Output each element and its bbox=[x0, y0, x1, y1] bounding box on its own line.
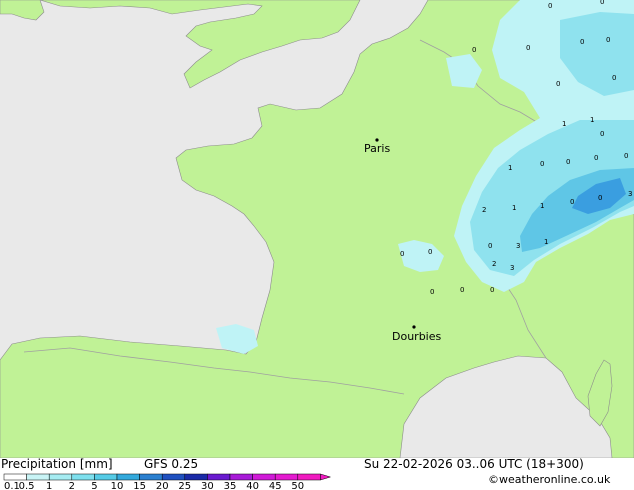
precip-value: 0 bbox=[598, 194, 602, 202]
legend-swatch bbox=[26, 473, 50, 481]
datetime-label: Su 22-02-2026 03..06 UTC (18+300) bbox=[364, 457, 584, 471]
precip-value: 2 bbox=[492, 260, 496, 268]
precip-value: 0 bbox=[526, 44, 530, 52]
precip-value: 2 bbox=[482, 206, 486, 214]
precip-value: 1 bbox=[562, 120, 566, 128]
legend-label: 30 bbox=[201, 481, 214, 490]
legend-label: 40 bbox=[246, 481, 259, 490]
legend-swatch bbox=[207, 473, 231, 481]
legend-swatch bbox=[229, 473, 253, 481]
precip-value: 3 bbox=[510, 264, 514, 272]
precip-value: 0 bbox=[490, 286, 494, 294]
legend-label: 10 bbox=[111, 481, 124, 490]
precipitation-map: 0 0 0 0 0 0 0 1 1 0 0 1 0 0 0 2 1 1 0 0 … bbox=[0, 0, 634, 459]
precip-value: 0 bbox=[460, 286, 464, 294]
legend-swatch bbox=[161, 473, 186, 481]
precip-value: 0 bbox=[624, 152, 628, 160]
precip-value: 1 bbox=[590, 116, 594, 124]
legend-swatch bbox=[297, 473, 321, 481]
precip-value: 1 bbox=[508, 164, 512, 172]
legend-label: 50 bbox=[291, 481, 304, 490]
map-area: 0 0 0 0 0 0 0 1 1 0 0 1 0 0 0 2 1 1 0 0 … bbox=[0, 0, 634, 459]
city-marker-dourbies bbox=[412, 325, 416, 329]
legend-labels: 0.10.5 1 2 5 10 15 20 25 30 35 40 45 50 bbox=[4, 481, 304, 490]
legend-swatch bbox=[274, 473, 299, 481]
legend-label: 5 bbox=[91, 481, 97, 490]
precip-value: 0 bbox=[472, 46, 476, 54]
city-label-dourbies: Dourbies bbox=[392, 330, 442, 343]
legend-label: 35 bbox=[224, 481, 237, 490]
precip-value: 0 bbox=[612, 74, 616, 82]
legend-swatch bbox=[94, 473, 118, 481]
precip-value: 0 bbox=[570, 198, 574, 206]
precip-value: 0 bbox=[606, 36, 610, 44]
precip-value: 0 bbox=[566, 158, 570, 166]
legend-swatch bbox=[3, 473, 27, 481]
legend-swatch bbox=[71, 473, 95, 481]
legend-swatch bbox=[48, 473, 73, 481]
precip-value: 0 bbox=[600, 0, 604, 6]
precip-value: 0 bbox=[600, 130, 604, 138]
legend-label: 15 bbox=[133, 481, 146, 490]
legend-swatch bbox=[252, 473, 276, 481]
legend-colorbar: 0.10.5 1 2 5 10 15 20 25 30 35 40 45 50 bbox=[3, 473, 332, 490]
title-label: Precipitation [mm] bbox=[1, 457, 113, 471]
legend-label: 0.5 bbox=[19, 481, 35, 490]
precip-value: 0 bbox=[594, 154, 598, 162]
model-label: GFS 0.25 bbox=[144, 457, 199, 471]
precip-value: 0 bbox=[488, 242, 492, 250]
precip-value: 1 bbox=[512, 204, 516, 212]
legend-label: 25 bbox=[178, 481, 191, 490]
precip-value: 0 bbox=[400, 250, 404, 258]
legend-label: 1 bbox=[46, 481, 52, 490]
legend-swatch bbox=[116, 473, 140, 481]
precip-value: 0 bbox=[430, 288, 434, 296]
legend-swatch bbox=[139, 473, 163, 481]
precip-value: 1 bbox=[544, 238, 548, 246]
legend-label: 45 bbox=[269, 481, 282, 490]
city-label-paris: Paris bbox=[364, 142, 390, 155]
legend-arrow bbox=[320, 473, 332, 481]
precip-value: 3 bbox=[628, 190, 632, 198]
legend-label: 2 bbox=[69, 481, 75, 490]
precip-value: 0 bbox=[556, 80, 560, 88]
copyright-label: ©weatheronline.co.uk bbox=[488, 473, 611, 486]
legend-swatch bbox=[184, 473, 208, 481]
precip-value: 0 bbox=[548, 2, 552, 10]
precip-value: 3 bbox=[516, 242, 520, 250]
precip-value: 0 bbox=[428, 248, 432, 256]
precip-value: 0 bbox=[540, 160, 544, 168]
legend-boxes bbox=[3, 473, 332, 481]
precip-value: 1 bbox=[540, 202, 544, 210]
precip-value: 0 bbox=[580, 38, 584, 46]
legend-label: 0.1 bbox=[4, 481, 20, 490]
legend-label: 20 bbox=[156, 481, 169, 490]
